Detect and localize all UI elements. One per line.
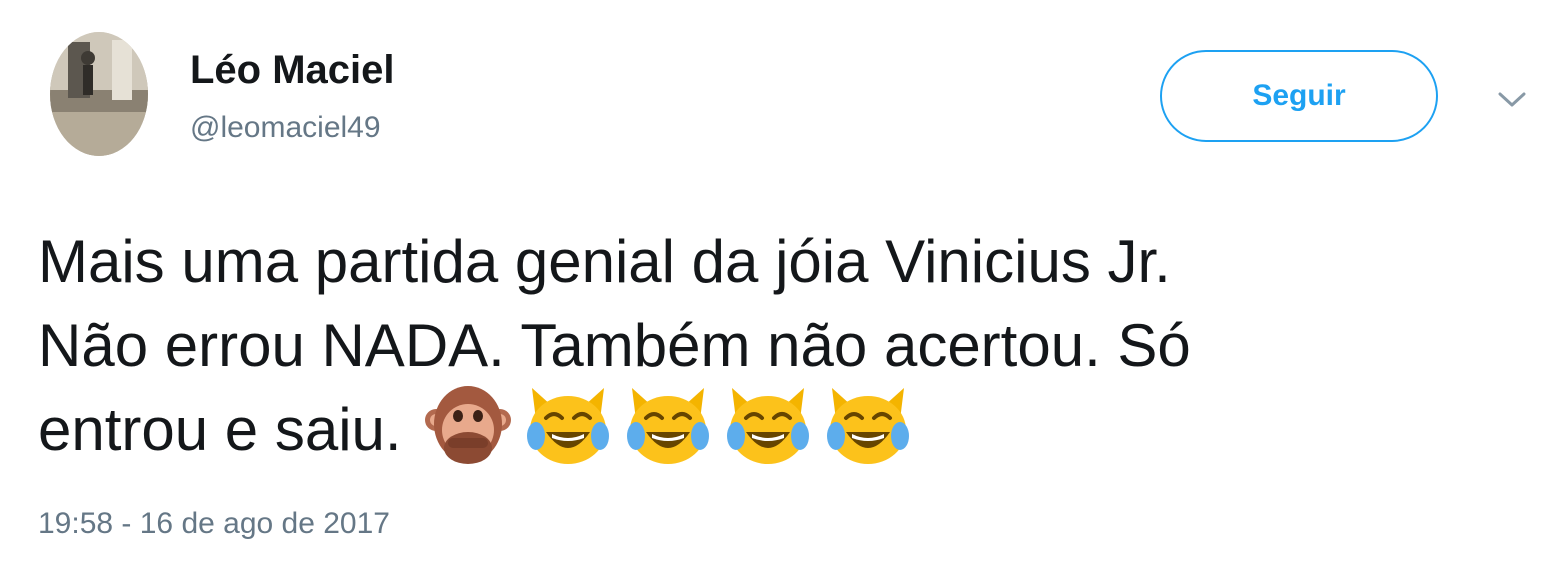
see-no-evil-monkey-emoji xyxy=(422,380,514,472)
cat-tears-of-joy-emoji xyxy=(622,380,714,472)
tweet-text-line: Não errou NADA. Também não acertou. Só xyxy=(38,312,1191,379)
cat-tears-of-joy-emoji xyxy=(522,380,614,472)
tweet-card: Léo Maciel @leomaciel49 Seguir Mais uma … xyxy=(0,0,1560,575)
avatar[interactable] xyxy=(50,32,148,156)
chevron-down-icon[interactable] xyxy=(1494,86,1530,112)
tweet-text-line: Mais uma partida genial da jóia Vinicius… xyxy=(38,228,1171,295)
tweet-text: Mais uma partida genial da jóia Vinicius… xyxy=(38,220,1518,480)
cat-tears-of-joy-emoji xyxy=(722,380,814,472)
cat-tears-of-joy-emoji xyxy=(822,380,914,472)
avatar-photo xyxy=(50,32,148,156)
display-name[interactable]: Léo Maciel xyxy=(190,44,395,96)
tweet-text-line: entrou e saiu. xyxy=(38,386,1518,480)
screen-name[interactable]: @leomaciel49 xyxy=(190,108,381,148)
tweet-text-fragment: entrou e saiu. xyxy=(38,396,402,463)
emoji-row xyxy=(422,380,922,472)
timestamp-link[interactable]: 19:58 - 16 de ago de 2017 xyxy=(38,504,390,544)
follow-button[interactable]: Seguir xyxy=(1160,50,1438,142)
